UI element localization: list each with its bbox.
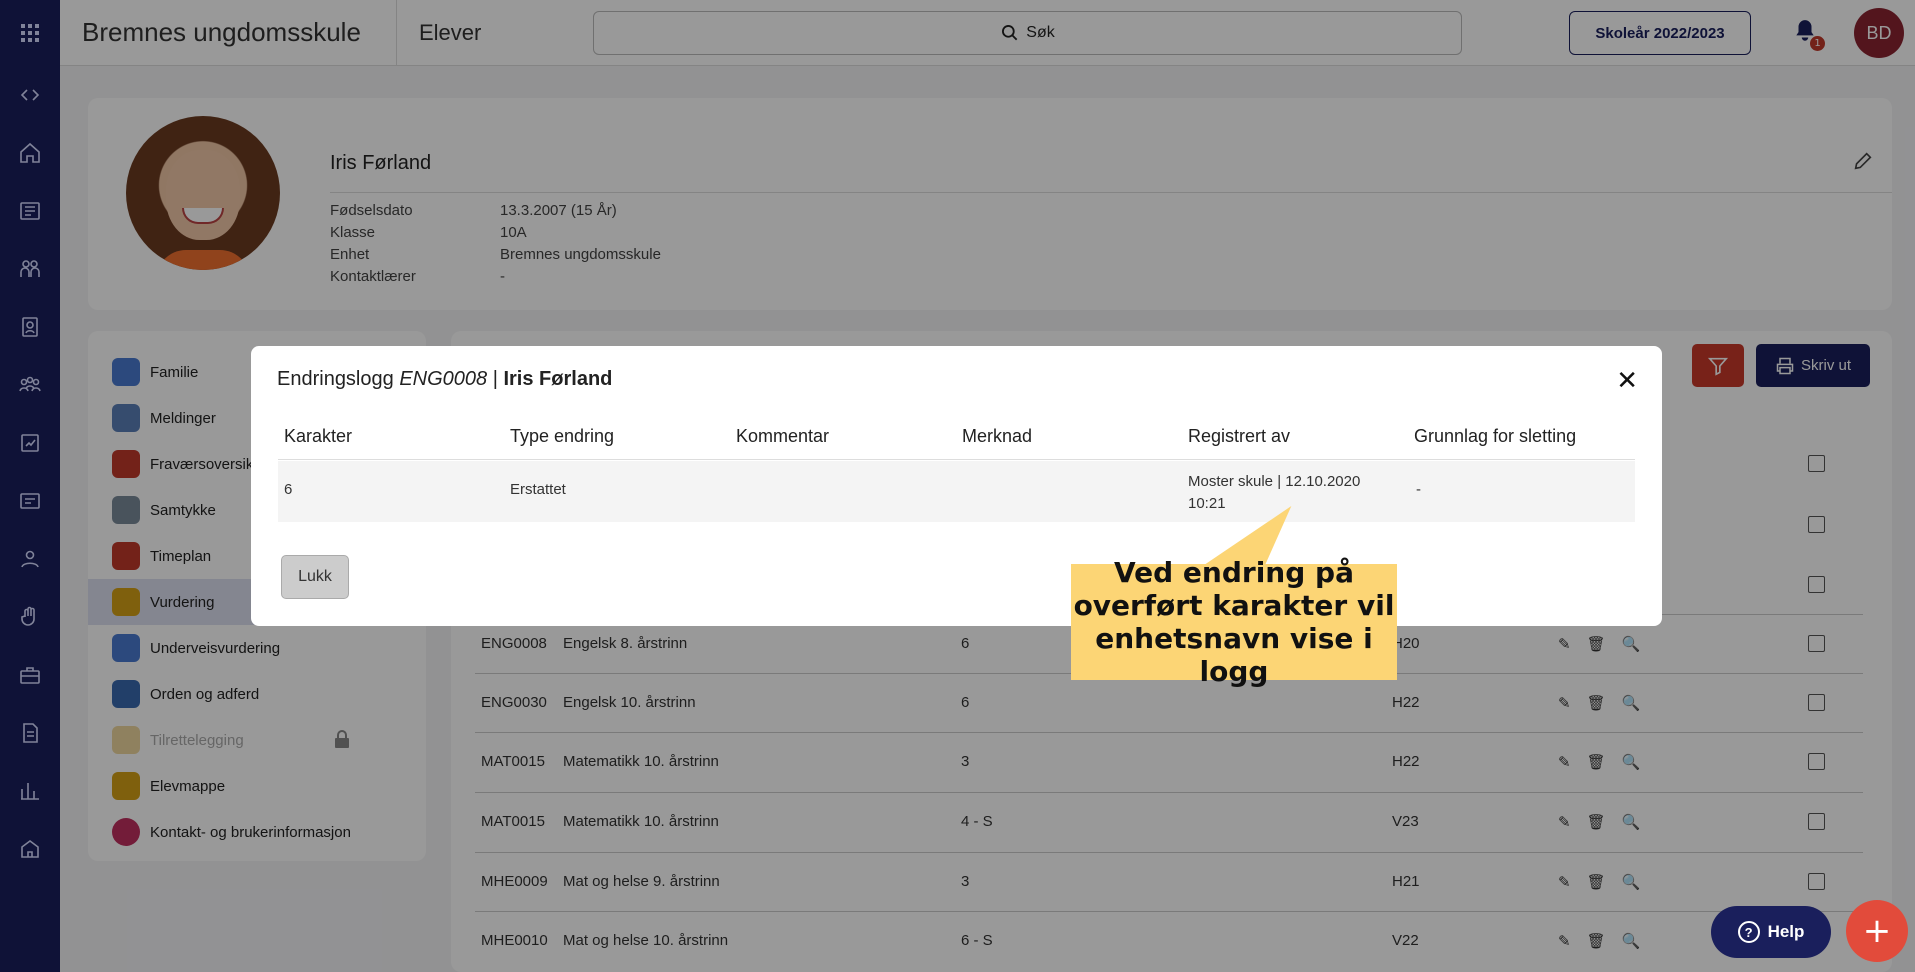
title-prefix: Endringslogg [277, 368, 394, 390]
title-code: ENG0008 [399, 368, 488, 390]
column-header: Merknad [962, 426, 1033, 446]
dialog-title: Endringslogg ENG0008 | Iris Førland [277, 368, 612, 391]
title-separator: | [487, 368, 504, 390]
column-header: Grunnlag for sletting [1414, 426, 1577, 446]
column-header: Kommentar [736, 426, 830, 446]
column-header: Registrert av [1188, 426, 1291, 446]
log-table-row: 6 Erstattet Moster skule | 12.10.2020 10… [278, 461, 1635, 522]
help-button[interactable]: ? Help [1711, 906, 1831, 958]
annotation-callout: Ved endring på overført karakter vil enh… [1071, 556, 1397, 688]
cell-karakter: 6 [284, 481, 293, 498]
title-student-name: Iris Førland [503, 368, 613, 390]
cell-type-endring: Erstattet [510, 481, 566, 498]
add-button[interactable]: + [1846, 900, 1908, 962]
log-table-header: Karakter Type endring Kommentar Merknad … [278, 418, 1635, 460]
cell-grunnlag: - [1416, 481, 1421, 498]
close-icon[interactable]: ✕ [1616, 366, 1638, 396]
plus-icon: + [1862, 911, 1892, 951]
help-label: Help [1767, 922, 1805, 941]
column-header: Karakter [284, 426, 353, 446]
question-icon: ? [1737, 921, 1760, 943]
close-button[interactable]: Lukk [281, 555, 349, 599]
change-log-dialog: Endringslogg ENG0008 | Iris Førland ✕ Ka… [251, 346, 1662, 626]
column-header: Type endring [510, 426, 615, 446]
